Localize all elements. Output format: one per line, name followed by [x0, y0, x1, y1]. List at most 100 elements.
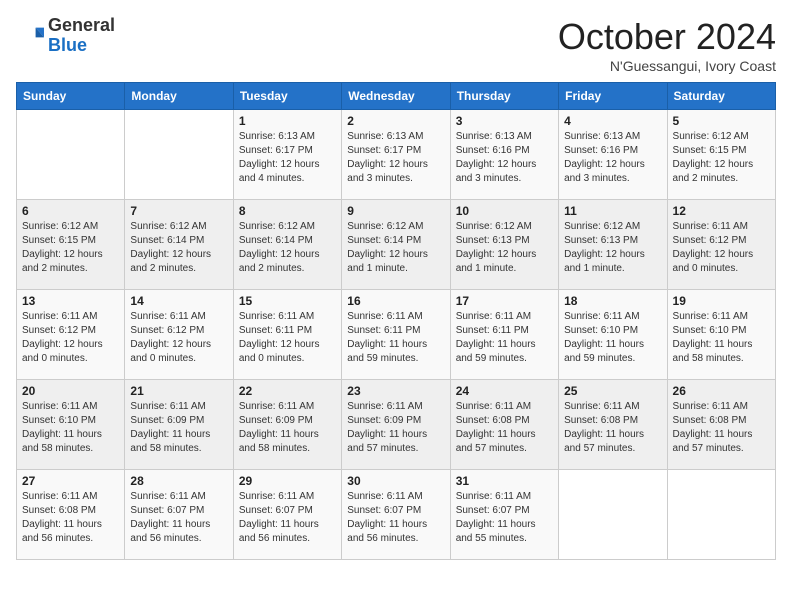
- day-info: Sunrise: 6:13 AM Sunset: 6:17 PM Dayligh…: [239, 130, 336, 186]
- calendar-week-5: 27 Sunrise: 6:11 AM Sunset: 6:08 PM Dayli…: [17, 470, 776, 560]
- day-info: Sunrise: 6:11 AM Sunset: 6:12 PM Dayligh…: [673, 220, 770, 276]
- calendar-cell: 10 Sunrise: 6:12 AM Sunset: 6:13 PM Dayli…: [450, 200, 558, 290]
- day-info: Sunrise: 6:11 AM Sunset: 6:11 PM Dayligh…: [239, 310, 336, 366]
- calendar-cell: 24 Sunrise: 6:11 AM Sunset: 6:08 PM Dayli…: [450, 380, 558, 470]
- calendar-cell: 6 Sunrise: 6:12 AM Sunset: 6:15 PM Daylig…: [17, 200, 125, 290]
- day-info: Sunrise: 6:11 AM Sunset: 6:09 PM Dayligh…: [239, 400, 336, 456]
- day-number: 25: [564, 384, 661, 398]
- day-info: Sunrise: 6:12 AM Sunset: 6:14 PM Dayligh…: [130, 220, 227, 276]
- calendar-cell: 2Sunrise: 6:13 AM Sunset: 6:17 PM Daylig…: [342, 110, 450, 200]
- location-subtitle: N'Guessangui, Ivory Coast: [558, 58, 776, 74]
- day-info: Sunrise: 6:11 AM Sunset: 6:10 PM Dayligh…: [673, 310, 770, 366]
- day-info: Sunrise: 6:12 AM Sunset: 6:14 PM Dayligh…: [347, 220, 444, 276]
- day-info: Sunrise: 6:11 AM Sunset: 6:08 PM Dayligh…: [456, 400, 553, 456]
- calendar-cell: 15Sunrise: 6:11 AM Sunset: 6:11 PM Dayli…: [233, 290, 341, 380]
- day-number: 17: [456, 294, 553, 308]
- calendar-week-1: 1 Sunrise: 6:13 AM Sunset: 6:17 PM Daylig…: [17, 110, 776, 200]
- logo-text: General Blue: [48, 16, 115, 56]
- day-number: 26: [673, 384, 770, 398]
- day-number: 29: [239, 474, 336, 488]
- calendar-cell: 8Sunrise: 6:12 AM Sunset: 6:14 PM Daylig…: [233, 200, 341, 290]
- day-number: 9: [347, 204, 444, 218]
- day-number: 19: [673, 294, 770, 308]
- calendar-cell: 17 Sunrise: 6:11 AM Sunset: 6:11 PM Dayli…: [450, 290, 558, 380]
- day-info: Sunrise: 6:11 AM Sunset: 6:11 PM Dayligh…: [456, 310, 553, 366]
- day-info: Sunrise: 6:13 AM Sunset: 6:16 PM Dayligh…: [456, 130, 553, 186]
- day-number: 12: [673, 204, 770, 218]
- calendar-cell: 18Sunrise: 6:11 AM Sunset: 6:10 PM Dayli…: [559, 290, 667, 380]
- day-info: Sunrise: 6:11 AM Sunset: 6:08 PM Dayligh…: [22, 490, 119, 546]
- calendar-cell: 22 Sunrise: 6:11 AM Sunset: 6:09 PM Dayli…: [233, 380, 341, 470]
- day-number: 1: [239, 114, 336, 128]
- day-number: 2: [347, 114, 444, 128]
- calendar-week-2: 6 Sunrise: 6:12 AM Sunset: 6:15 PM Daylig…: [17, 200, 776, 290]
- calendar-cell: 13Sunrise: 6:11 AM Sunset: 6:12 PM Dayli…: [17, 290, 125, 380]
- calendar-cell: 14 Sunrise: 6:11 AM Sunset: 6:12 PM Dayli…: [125, 290, 233, 380]
- calendar-cell: 28 Sunrise: 6:11 AM Sunset: 6:07 PM Dayli…: [125, 470, 233, 560]
- day-number: 22: [239, 384, 336, 398]
- calendar-cell: 23Sunrise: 6:11 AM Sunset: 6:09 PM Dayli…: [342, 380, 450, 470]
- calendar-cell: 12 Sunrise: 6:11 AM Sunset: 6:12 PM Dayli…: [667, 200, 775, 290]
- day-info: Sunrise: 6:11 AM Sunset: 6:09 PM Dayligh…: [130, 400, 227, 456]
- day-info: Sunrise: 6:11 AM Sunset: 6:11 PM Dayligh…: [347, 310, 444, 366]
- calendar-cell: 20 Sunrise: 6:11 AM Sunset: 6:10 PM Dayli…: [17, 380, 125, 470]
- calendar-cell: 21 Sunrise: 6:11 AM Sunset: 6:09 PM Dayli…: [125, 380, 233, 470]
- calendar-header-monday: Monday: [125, 83, 233, 110]
- calendar-cell: 26 Sunrise: 6:11 AM Sunset: 6:08 PM Dayli…: [667, 380, 775, 470]
- day-info: Sunrise: 6:11 AM Sunset: 6:12 PM Dayligh…: [130, 310, 227, 366]
- calendar-week-4: 20 Sunrise: 6:11 AM Sunset: 6:10 PM Dayli…: [17, 380, 776, 470]
- day-number: 5: [673, 114, 770, 128]
- logo-blue: Blue: [48, 35, 87, 55]
- logo-general: General: [48, 15, 115, 35]
- day-info: Sunrise: 6:11 AM Sunset: 6:07 PM Dayligh…: [239, 490, 336, 546]
- calendar-cell: 11 Sunrise: 6:12 AM Sunset: 6:13 PM Dayli…: [559, 200, 667, 290]
- day-number: 4: [564, 114, 661, 128]
- day-number: 30: [347, 474, 444, 488]
- day-info: Sunrise: 6:12 AM Sunset: 6:13 PM Dayligh…: [456, 220, 553, 276]
- day-info: Sunrise: 6:12 AM Sunset: 6:15 PM Dayligh…: [673, 130, 770, 186]
- day-number: 20: [22, 384, 119, 398]
- calendar-cell: 3 Sunrise: 6:13 AM Sunset: 6:16 PM Daylig…: [450, 110, 558, 200]
- day-number: 28: [130, 474, 227, 488]
- day-number: 14: [130, 294, 227, 308]
- day-info: Sunrise: 6:11 AM Sunset: 6:07 PM Dayligh…: [130, 490, 227, 546]
- day-number: 11: [564, 204, 661, 218]
- day-number: 3: [456, 114, 553, 128]
- calendar-cell: [125, 110, 233, 200]
- day-info: Sunrise: 6:11 AM Sunset: 6:07 PM Dayligh…: [347, 490, 444, 546]
- title-area: October 2024 N'Guessangui, Ivory Coast: [558, 16, 776, 74]
- day-info: Sunrise: 6:11 AM Sunset: 6:07 PM Dayligh…: [456, 490, 553, 546]
- calendar-cell: 4Sunrise: 6:13 AM Sunset: 6:16 PM Daylig…: [559, 110, 667, 200]
- calendar-week-3: 13 Sunrise: 6:11 AM Sunset: 6:12 PM Dayli…: [17, 290, 776, 380]
- calendar-table: SundayMondayTuesdayWednesdayThursdayFrid…: [16, 82, 776, 560]
- day-info: Sunrise: 6:12 AM Sunset: 6:14 PM Dayligh…: [239, 220, 336, 276]
- calendar-cell: 5 Sunrise: 6:12 AM Sunset: 6:15 PM Daylig…: [667, 110, 775, 200]
- day-number: 23: [347, 384, 444, 398]
- day-number: 21: [130, 384, 227, 398]
- calendar-cell: [17, 110, 125, 200]
- day-number: 13: [22, 294, 119, 308]
- calendar-header-wednesday: Wednesday: [342, 83, 450, 110]
- calendar-cell: 25 Sunrise: 6:11 AM Sunset: 6:08 PM Dayli…: [559, 380, 667, 470]
- day-info: Sunrise: 6:11 AM Sunset: 6:08 PM Dayligh…: [673, 400, 770, 456]
- header: General Blue October 2024 N'Guessangui, …: [16, 16, 776, 74]
- day-number: 10: [456, 204, 553, 218]
- calendar-cell: 29 Sunrise: 6:11 AM Sunset: 6:07 PM Dayli…: [233, 470, 341, 560]
- calendar-cell: 27 Sunrise: 6:11 AM Sunset: 6:08 PM Dayli…: [17, 470, 125, 560]
- calendar-cell: 19 Sunrise: 6:11 AM Sunset: 6:10 PM Dayli…: [667, 290, 775, 380]
- calendar-cell: 1 Sunrise: 6:13 AM Sunset: 6:17 PM Daylig…: [233, 110, 341, 200]
- day-info: Sunrise: 6:12 AM Sunset: 6:15 PM Dayligh…: [22, 220, 119, 276]
- calendar-cell: 30 Sunrise: 6:11 AM Sunset: 6:07 PM Dayli…: [342, 470, 450, 560]
- calendar-header-friday: Friday: [559, 83, 667, 110]
- calendar-cell: [667, 470, 775, 560]
- day-info: Sunrise: 6:11 AM Sunset: 6:10 PM Dayligh…: [22, 400, 119, 456]
- day-number: 6: [22, 204, 119, 218]
- day-number: 27: [22, 474, 119, 488]
- day-info: Sunrise: 6:12 AM Sunset: 6:13 PM Dayligh…: [564, 220, 661, 276]
- day-number: 24: [456, 384, 553, 398]
- calendar-header-tuesday: Tuesday: [233, 83, 341, 110]
- calendar-cell: 9 Sunrise: 6:12 AM Sunset: 6:14 PM Daylig…: [342, 200, 450, 290]
- logo-icon: [16, 22, 44, 50]
- logo: General Blue: [16, 16, 115, 56]
- day-info: Sunrise: 6:11 AM Sunset: 6:08 PM Dayligh…: [564, 400, 661, 456]
